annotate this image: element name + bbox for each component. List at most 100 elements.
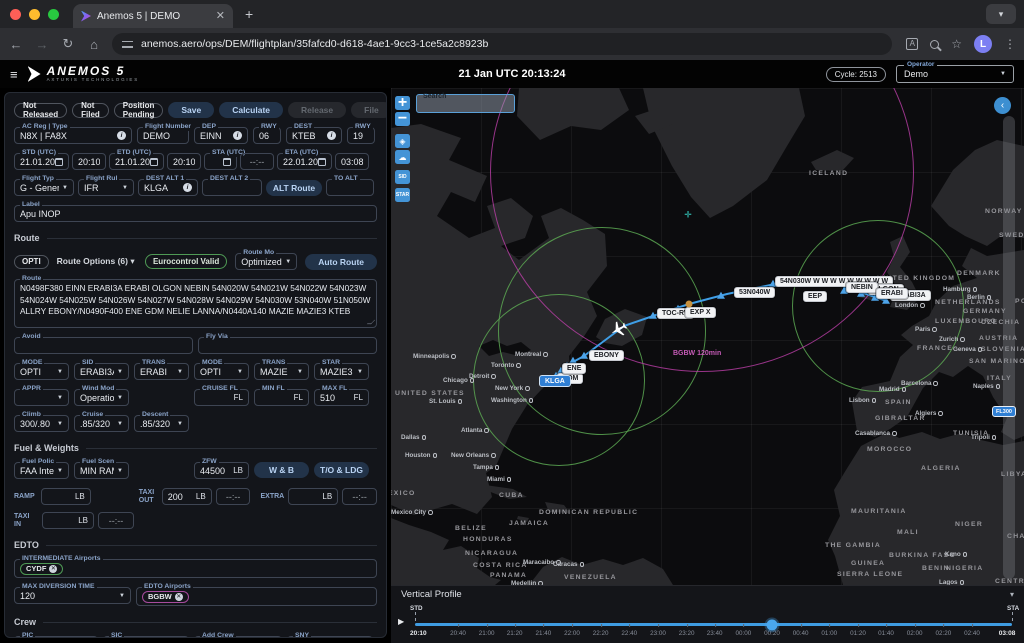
climb-select[interactable]: Climb 300/.80 ▼ bbox=[14, 415, 69, 432]
extra-time-field[interactable]: --:-- bbox=[342, 488, 377, 505]
fuel-policy-select[interactable]: Fuel Polic FAA Intern... ▼ bbox=[14, 462, 69, 479]
profile-avatar[interactable]: L bbox=[974, 35, 992, 53]
forward-icon[interactable]: → bbox=[34, 37, 50, 52]
close-tab-icon[interactable]: ✕ bbox=[216, 11, 225, 21]
time-slider-track[interactable]: STD STA 20:10 03:08 20:4021:0021:2021:40… bbox=[415, 623, 1012, 626]
bookmark-star-icon[interactable]: ☆ bbox=[951, 37, 962, 51]
flight-level-slider[interactable] bbox=[1003, 116, 1015, 579]
collapse-panel-button[interactable]: ‹ bbox=[994, 97, 1011, 114]
taxi-in-time-field[interactable]: --:-- bbox=[98, 512, 134, 529]
route-textarea[interactable]: Route N0498F380 EINN ERABI3A ERABI OLGON… bbox=[14, 279, 377, 328]
cruise-select[interactable]: Cruise .85/320 ▼ bbox=[74, 415, 129, 432]
info-icon[interactable]: i bbox=[183, 183, 192, 192]
remove-icon[interactable]: ✕ bbox=[49, 565, 57, 573]
hamburger-menu-icon[interactable]: ≡ bbox=[10, 67, 18, 82]
waypoint-label[interactable]: EXP X bbox=[685, 307, 716, 318]
trans2-select[interactable]: TRANS MAZIE ▼ bbox=[254, 363, 309, 380]
trans1-select[interactable]: TRANS ERABI ▼ bbox=[134, 363, 189, 380]
waypoint-label[interactable]: BGBW 120min bbox=[673, 350, 721, 357]
zoom-in-button[interactable]: + bbox=[395, 96, 410, 110]
std-date-field[interactable]: STD (UTC) 21.01.20 bbox=[14, 153, 69, 170]
file-button[interactable]: File bbox=[351, 102, 387, 118]
max-fl-field[interactable]: MAX FL 510 FL bbox=[314, 389, 369, 406]
info-icon[interactable]: i bbox=[233, 131, 242, 140]
dest-alt2-field[interactable]: DEST ALT 2 bbox=[202, 179, 262, 196]
browser-menu-icon[interactable]: ⋮ bbox=[1004, 37, 1016, 51]
calendar-icon[interactable] bbox=[318, 158, 326, 166]
intermediate-airports-field[interactable]: INTERMEDIATE Airports CYDF ✕ bbox=[14, 559, 377, 578]
avoid-field[interactable]: Avoid bbox=[14, 337, 193, 354]
pic-field[interactable]: PIC bbox=[14, 636, 98, 638]
dest-field[interactable]: DEST KTEB i bbox=[286, 127, 342, 144]
tab-search-chevron-icon[interactable]: ▾ bbox=[986, 4, 1016, 24]
star-layer-button[interactable]: STAR bbox=[395, 188, 410, 202]
waypoint-label[interactable]: ERABI bbox=[876, 288, 908, 299]
flight-rules-select[interactable]: Flight Rul IFR ▼ bbox=[78, 179, 134, 196]
collapse-chevron-icon[interactable]: ▾ bbox=[1010, 590, 1014, 599]
remove-icon[interactable]: ✕ bbox=[175, 593, 183, 601]
browser-tab[interactable]: Anemos 5 | DEMO ✕ bbox=[73, 4, 233, 28]
dep-rwy-field[interactable]: RWY 06 bbox=[253, 127, 281, 144]
map-search-input[interactable]: Search bbox=[416, 94, 515, 113]
dep-field[interactable]: DEP EINN i bbox=[194, 127, 248, 144]
eta-time-field[interactable]: 03:08 bbox=[335, 153, 369, 170]
waypoint-label[interactable]: ENE bbox=[562, 363, 586, 374]
flight-number-field[interactable]: Flight Number DEMO bbox=[137, 127, 189, 144]
fly-via-field[interactable]: Fly Via bbox=[198, 337, 377, 354]
resize-grip[interactable] bbox=[367, 320, 375, 324]
appr-select[interactable]: APPR ▼ bbox=[14, 389, 69, 406]
route-mode-select[interactable]: Route Mo Optimized ▼ bbox=[235, 253, 297, 270]
site-settings-icon[interactable] bbox=[122, 39, 133, 50]
weather-layer-icon[interactable]: ☁ bbox=[395, 150, 410, 164]
taxi-out-field[interactable]: 200 LB bbox=[162, 488, 212, 505]
waypoint-label[interactable]: NEBIN bbox=[846, 282, 878, 293]
sid-select[interactable]: SID ERABI3A ▼ bbox=[74, 363, 129, 380]
waypoint-label[interactable]: 53N040W bbox=[734, 287, 775, 298]
sny-field[interactable]: SNY bbox=[287, 636, 373, 638]
waypoint-label[interactable]: EBONY bbox=[589, 350, 624, 361]
calendar-icon[interactable] bbox=[223, 158, 231, 166]
operator-select[interactable]: Operator Demo ▼ bbox=[896, 65, 1014, 83]
edto-airports-field[interactable]: EDTO Airports BGBW ✕ bbox=[136, 587, 377, 606]
reload-icon[interactable]: ↻ bbox=[60, 36, 76, 52]
flight-level-handle[interactable]: FL300 bbox=[992, 406, 1016, 417]
wind-mod-select[interactable]: Wind Mod Operation... ▼ bbox=[74, 389, 129, 406]
release-button[interactable]: Release bbox=[288, 102, 346, 118]
address-bar[interactable]: anemos.aero/ops/DEM/flightplan/35fafcd0-… bbox=[112, 33, 892, 55]
flight-type-select[interactable]: Flight Typ G - Genera... ▼ bbox=[14, 179, 74, 196]
ac-reg-field[interactable]: AC Reg | Type N8X | FA8X i bbox=[14, 127, 132, 144]
sta-time-field[interactable]: --:-- bbox=[240, 153, 274, 170]
status-chip-position[interactable]: Position Pending bbox=[114, 103, 164, 118]
minimize-window-button[interactable] bbox=[29, 9, 40, 20]
route-options-dropdown[interactable]: Route Options (6) ▾ bbox=[57, 256, 135, 267]
status-chip-released[interactable]: Not Released bbox=[14, 103, 67, 118]
intermediate-airport-chip[interactable]: CYDF ✕ bbox=[20, 563, 63, 575]
to-alt-field[interactable]: TO ALT bbox=[326, 179, 374, 196]
auto-route-button[interactable]: Auto Route bbox=[305, 254, 377, 270]
sta-date-field[interactable]: STA (UTC) bbox=[204, 153, 237, 170]
descent-select[interactable]: Descent .85/320 ▼ bbox=[134, 415, 189, 432]
calendar-icon[interactable] bbox=[150, 158, 158, 166]
waypoint-label[interactable]: KLGA bbox=[539, 375, 571, 387]
etd-date-field[interactable]: ETD (UTC) 21.01.20 bbox=[109, 153, 164, 170]
home-icon[interactable]: ⌂ bbox=[86, 37, 102, 52]
calendar-icon[interactable] bbox=[55, 158, 63, 166]
taxi-out-time-field[interactable]: --:-- bbox=[216, 488, 251, 505]
extra-field[interactable]: LB bbox=[288, 488, 338, 505]
etd-time-field[interactable]: 20:10 bbox=[167, 153, 201, 170]
std-time-field[interactable]: 20:10 bbox=[72, 153, 106, 170]
sic-field[interactable]: SIC bbox=[103, 636, 189, 638]
fuel-scenario-select[interactable]: Fuel Scen MIN RAMP ▼ bbox=[74, 462, 129, 479]
time-slider-handle[interactable] bbox=[767, 619, 778, 630]
info-icon[interactable]: i bbox=[117, 131, 126, 140]
waypoint-label[interactable]: EEP bbox=[803, 291, 827, 302]
zoom-out-button[interactable]: − bbox=[395, 112, 410, 126]
alt-route-button[interactable]: ALT Route bbox=[266, 180, 322, 196]
ramp-field[interactable]: LB bbox=[41, 488, 91, 505]
taxi-in-field[interactable]: LB bbox=[42, 512, 94, 529]
play-button[interactable]: ▶ bbox=[398, 617, 404, 626]
status-chip-filed[interactable]: Not Filed bbox=[72, 103, 109, 118]
eta-date-field[interactable]: ETA (UTC) 22.01.20 bbox=[277, 153, 332, 170]
layers-icon[interactable]: ◈ bbox=[395, 134, 410, 148]
back-icon[interactable]: ← bbox=[8, 37, 24, 52]
